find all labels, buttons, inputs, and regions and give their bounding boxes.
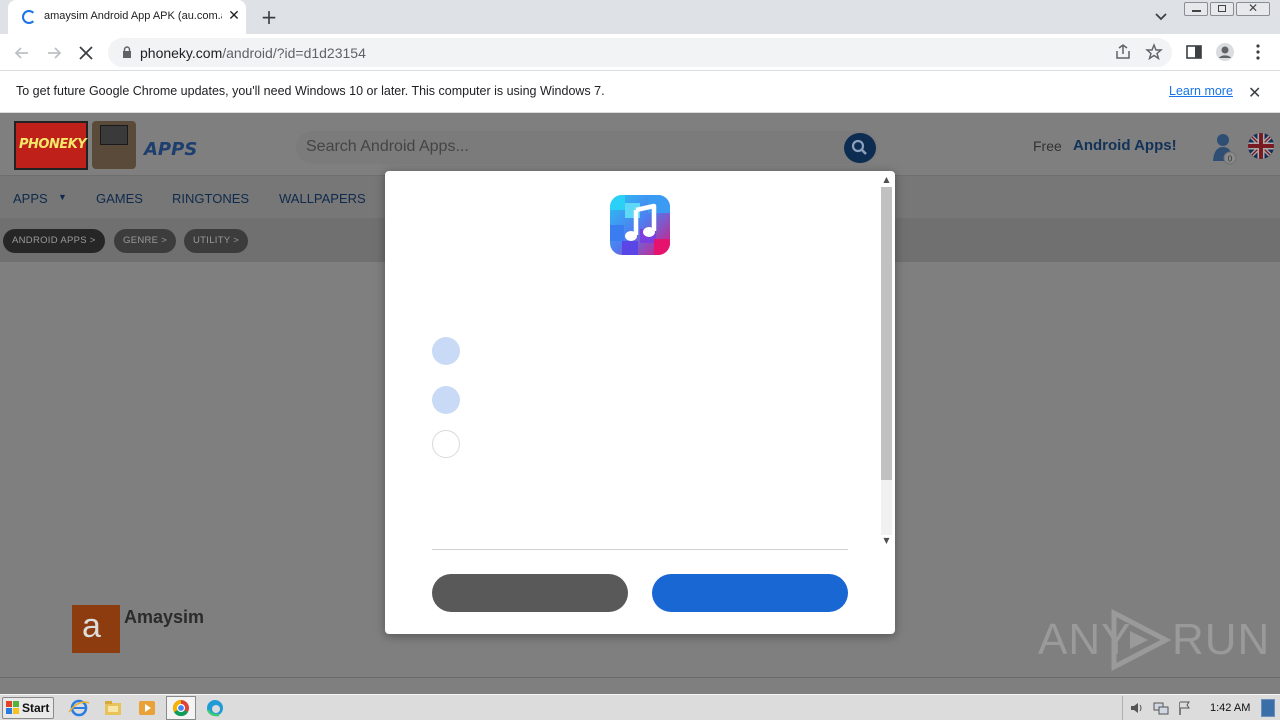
profile-avatar-icon[interactable] [1215,42,1235,62]
uk-flag-icon[interactable] [1248,133,1274,159]
side-panel-icon[interactable] [1184,42,1204,62]
lock-icon [123,46,131,58]
url-text: phoneky.com/android/?id=d1d23154 [140,45,366,61]
tab-close-icon[interactable]: ✕ [226,8,242,24]
browser-toolbar: phoneky.com/android/?id=d1d23154 [0,34,1280,71]
clock[interactable]: 1:42 AM [1210,702,1250,714]
update-infobar: To get future Google Chrome updates, you… [0,71,1280,113]
radio-option-1[interactable] [432,337,460,365]
breadcrumb-utility[interactable]: UTILITY > [184,229,249,253]
nav-wallpapers[interactable]: WALLPAPERS [279,191,366,206]
radio-option-2[interactable] [432,386,460,414]
nav-games[interactable]: GAMES [96,191,143,206]
network-icon[interactable] [1153,700,1169,716]
music-note-app-icon [610,195,670,255]
internet-explorer-icon[interactable] [66,697,92,719]
logo-apps-label: APPS [144,139,198,160]
media-player-icon[interactable] [134,697,160,719]
phoneky-logo[interactable]: PHONEKY [14,121,88,170]
infobar-message: To get future Google Chrome updates, you… [16,84,605,98]
infobar-close-icon[interactable]: ✕ [1248,83,1261,102]
edge-icon[interactable] [202,697,228,719]
learn-more-link[interactable]: Learn more [1169,84,1233,98]
restore-button[interactable] [1210,2,1234,16]
play-triangle-icon [1111,609,1172,671]
search-icon [851,139,867,155]
browser-tab[interactable]: amaysim Android App APK (au.com.a ✕ [8,0,246,34]
address-bar[interactable]: phoneky.com/android/?id=d1d23154 [108,38,1172,67]
radio-option-3[interactable] [432,430,460,458]
tab-search-chevron-icon[interactable] [1152,8,1170,26]
chrome-icon [172,699,189,717]
app-title: Amaysim [124,607,205,627]
show-desktop-button[interactable] [1261,699,1275,717]
nav-apps[interactable]: APPS [13,191,48,206]
svg-text:0: 0 [1228,155,1233,164]
search-input[interactable]: Search Android Apps... [306,138,469,156]
new-tab-button[interactable]: + [258,6,280,28]
bookmark-star-icon[interactable] [1144,42,1164,62]
scroll-down-icon[interactable]: ▼ [881,535,892,547]
phone-hands-logo-image [92,121,136,169]
cancel-button[interactable] [432,574,628,612]
chrome-taskbar-button[interactable] [166,696,196,720]
search-button[interactable] [844,133,876,163]
free-label: Free [1033,138,1062,154]
scroll-thumb[interactable] [881,187,892,480]
back-arrow-icon[interactable] [11,42,33,64]
file-explorer-icon[interactable] [100,697,126,719]
windows-logo-icon [6,701,19,714]
breadcrumb-android-apps[interactable]: ANDROID APPS > [3,229,105,253]
tab-title: amaysim Android App APK (au.com.a [44,10,222,22]
site-search-bar[interactable]: Search Android Apps... [296,131,878,164]
dialog-scrollbar[interactable]: ▲ ▼ [878,173,893,549]
share-icon[interactable] [1113,42,1133,62]
scroll-up-icon[interactable]: ▲ [881,174,892,186]
confirm-button[interactable] [652,574,848,612]
user-icon[interactable]: 0 [1210,131,1238,167]
loading-spinner-icon [22,10,36,24]
nav-ringtones[interactable]: RINGTONES [172,191,249,206]
close-window-button[interactable]: ✕ [1236,1,1270,16]
forward-arrow-icon[interactable] [43,42,65,64]
start-button[interactable]: Start [2,697,54,719]
kebab-menu-icon[interactable] [1248,42,1268,62]
android-apps-link[interactable]: Android Apps! [1073,137,1177,154]
install-dialog: ▲ ▼ [385,171,895,634]
stop-loading-icon[interactable] [75,42,97,64]
dialog-divider [432,549,848,550]
volume-icon[interactable] [1129,700,1145,716]
minimize-button[interactable] [1184,2,1208,16]
tab-strip: amaysim Android App APK (au.com.a ✕ + ✕ [0,0,1280,34]
amaysim-app-logo: a [72,605,120,653]
system-tray: 1:42 AM [1122,696,1278,720]
nav-apps-dropdown-icon[interactable]: ▼ [58,192,67,202]
windows-taskbar: Start 1:42 AM [0,694,1280,720]
action-center-flag-icon[interactable] [1177,700,1193,716]
breadcrumb-genre[interactable]: GENRE > [114,229,177,253]
